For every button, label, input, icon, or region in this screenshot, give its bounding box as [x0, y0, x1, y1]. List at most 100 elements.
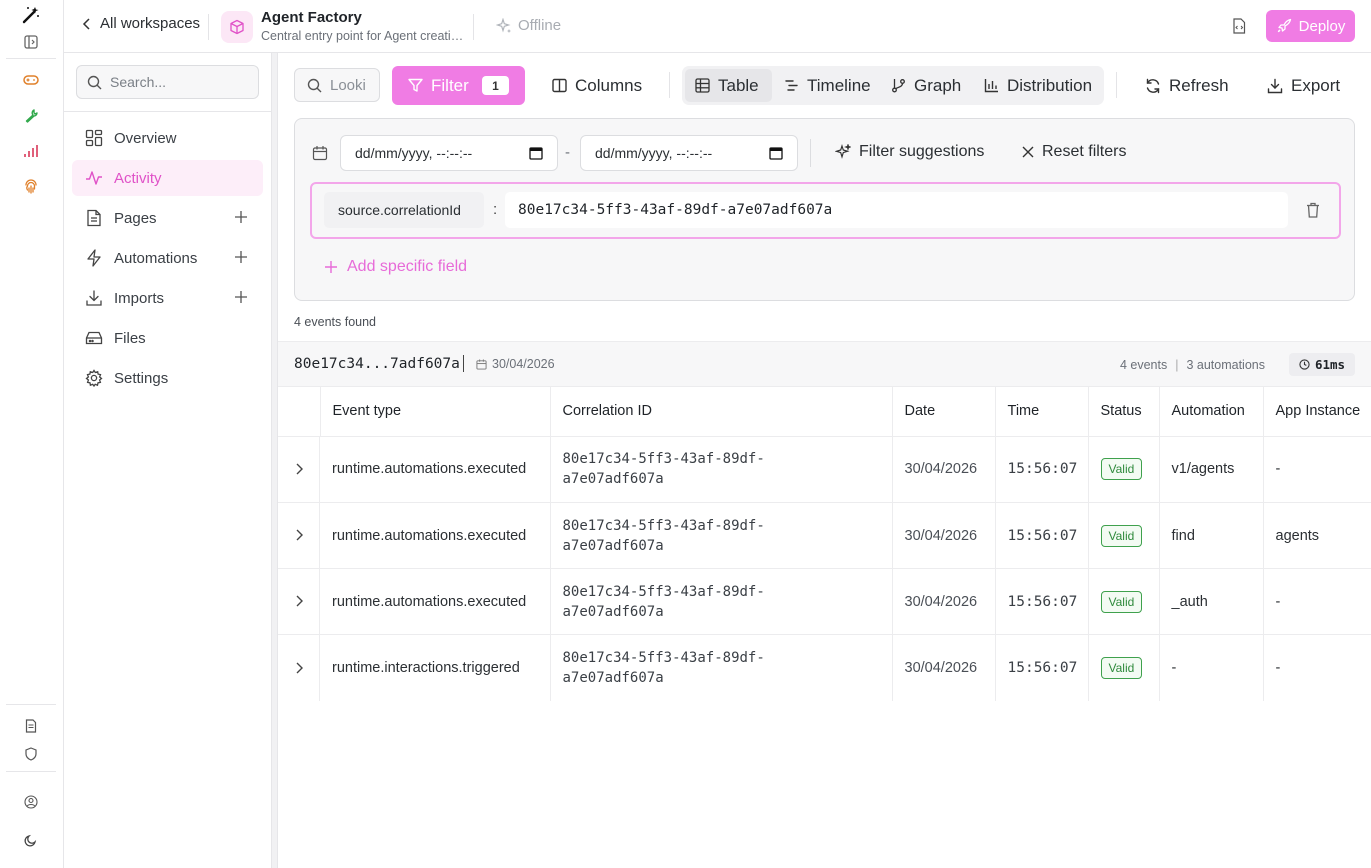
sidebar-item-imports[interactable]: Imports: [72, 280, 263, 316]
dark-mode-icon[interactable]: [20, 829, 42, 851]
wrench-icon[interactable]: [20, 104, 42, 126]
table-row[interactable]: runtime.automations.executed 80e17c34-5f…: [278, 502, 1371, 569]
event-type-cell: runtime.interactions.triggered: [320, 634, 551, 701]
add-automation-icon[interactable]: [233, 249, 249, 265]
automation-cell: v1/agents: [1159, 436, 1264, 503]
tab-graph[interactable]: Graph: [881, 66, 971, 105]
correlation-id-cell: 80e17c34-5ff3-43af-89df-a7e07adf607a: [550, 568, 893, 635]
sparkle-icon: [496, 17, 511, 33]
events-count: 4 events found: [294, 315, 377, 329]
columns-icon: [552, 78, 567, 93]
field-key-select[interactable]: source.correlationId: [324, 192, 484, 228]
sidebar-item-pages[interactable]: Pages: [72, 200, 263, 236]
filter-button[interactable]: Filter 1: [392, 66, 525, 105]
signal-bars-icon[interactable]: [20, 140, 42, 162]
field-separator: :: [493, 201, 498, 218]
app-instance-cell: -: [1275, 659, 1281, 676]
table-row[interactable]: runtime.interactions.triggered 80e17c34-…: [278, 634, 1371, 701]
sidebar: Overview Activity Pages Automations Impo…: [64, 53, 272, 868]
date-from-input[interactable]: dd/mm/yyyy, --:--:--: [340, 135, 558, 171]
column-header[interactable]: App Instance: [1263, 387, 1371, 437]
table-header-row: Event type Correlation ID Date Time Stat…: [278, 387, 1371, 437]
duration-badge: 61ms: [1289, 353, 1355, 376]
chevron-left-icon: [82, 17, 90, 30]
export-button[interactable]: Export: [1257, 66, 1350, 105]
refresh-button[interactable]: Refresh: [1135, 66, 1239, 105]
expand-row-icon[interactable]: [278, 634, 320, 701]
view-switcher: Table Timeline Graph Distribution: [682, 66, 1104, 105]
sidebar-search[interactable]: [76, 65, 259, 99]
calendar-picker-icon[interactable]: [769, 146, 783, 160]
field-value-input[interactable]: 80e17c34-5ff3-43af-89df-a7e07adf607a: [505, 192, 1288, 228]
add-field-button[interactable]: Add specific field: [325, 258, 467, 276]
table-row[interactable]: runtime.automations.executed 80e17c34-5f…: [278, 436, 1371, 503]
column-header[interactable]: Correlation ID: [550, 387, 893, 437]
magic-wand-icon[interactable]: [20, 4, 42, 26]
events-table: Event type Correlation ID Date Time Stat…: [278, 387, 1371, 701]
status-cell: Valid: [1088, 568, 1160, 635]
app-cube-icon: [221, 11, 253, 43]
add-page-icon[interactable]: [233, 209, 249, 225]
sidebar-toggle-icon[interactable]: [20, 31, 42, 53]
sidebar-resize-handle[interactable]: [271, 53, 278, 868]
filter-suggestions-button[interactable]: Filter suggestions: [835, 143, 984, 161]
events-search[interactable]: [294, 68, 380, 102]
back-to-workspaces-link[interactable]: All workspaces: [82, 15, 200, 32]
events-search-input[interactable]: [330, 76, 370, 94]
sidebar-item-settings[interactable]: Settings: [72, 360, 263, 396]
shield-icon[interactable]: [20, 743, 42, 765]
expand-row-icon[interactable]: [278, 568, 320, 635]
date-to-value: dd/mm/yyyy, --:--:--: [595, 145, 713, 161]
column-header[interactable]: Date: [892, 387, 996, 437]
tab-distribution[interactable]: Distribution: [974, 66, 1102, 105]
calendar-picker-icon[interactable]: [529, 146, 543, 160]
column-header[interactable]: Time: [995, 387, 1089, 437]
sidebar-item-files[interactable]: Files: [72, 320, 263, 356]
sidebar-search-input[interactable]: [110, 74, 250, 90]
group-stats: 4 events | 3 automations: [1119, 358, 1265, 372]
correlation-id-cell: 80e17c34-5ff3-43af-89df-a7e07adf607a: [550, 436, 893, 503]
group-automations: 3 automations: [1186, 358, 1265, 372]
status-indicator: Offline: [496, 17, 561, 34]
rocket-icon: [1277, 18, 1291, 33]
tab-timeline[interactable]: Timeline: [774, 66, 881, 105]
activity-pulse-icon: [86, 171, 102, 185]
document-icon[interactable]: [20, 715, 42, 737]
column-header[interactable]: Automation: [1159, 387, 1264, 437]
sidebar-item-automations[interactable]: Automations: [72, 240, 263, 276]
icon-rail: [0, 0, 64, 868]
date-cell: 30/04/2026: [892, 436, 996, 503]
user-icon[interactable]: [20, 791, 42, 813]
tab-label: Graph: [914, 75, 962, 95]
correlation-id-cell: 80e17c34-5ff3-43af-89df-a7e07adf607a: [550, 634, 893, 701]
filter-count-badge: 1: [482, 76, 509, 95]
table-icon: [695, 78, 710, 93]
fingerprint-icon[interactable]: [20, 176, 42, 198]
time-cell: 15:56:07: [995, 436, 1089, 503]
group-events: 4 events: [1119, 358, 1168, 372]
status-cell: Valid: [1088, 436, 1160, 503]
status-cell: Valid: [1088, 502, 1160, 569]
table-row[interactable]: runtime.automations.executed 80e17c34-5f…: [278, 568, 1371, 635]
automation-cell: find: [1159, 502, 1264, 569]
gamepad-icon[interactable]: [20, 69, 42, 91]
add-import-icon[interactable]: [233, 289, 249, 305]
sidebar-item-overview[interactable]: Overview: [72, 120, 263, 156]
trash-icon[interactable]: [1304, 201, 1322, 219]
sidebar-item-activity[interactable]: Activity: [72, 160, 263, 196]
code-file-icon[interactable]: [1227, 14, 1251, 38]
timeline-icon: [785, 80, 798, 91]
reset-filters-button[interactable]: Reset filters: [1022, 143, 1126, 161]
correlation-group-header[interactable]: 80e17c34...7adf607a 30/04/2026 4 events …: [278, 341, 1371, 387]
calendar-icon: [312, 146, 328, 161]
tab-table[interactable]: Table: [685, 66, 769, 105]
date-to-input[interactable]: dd/mm/yyyy, --:--:--: [580, 135, 798, 171]
columns-button[interactable]: Columns: [542, 66, 652, 105]
deploy-button[interactable]: Deploy: [1266, 10, 1355, 42]
column-header[interactable]: Event type: [320, 387, 551, 437]
column-header[interactable]: Status: [1088, 387, 1160, 437]
event-type-cell: runtime.automations.executed: [320, 436, 551, 503]
expand-row-icon[interactable]: [278, 436, 320, 503]
expand-row-icon[interactable]: [278, 502, 320, 569]
sidebar-item-label: Automations: [114, 249, 198, 267]
